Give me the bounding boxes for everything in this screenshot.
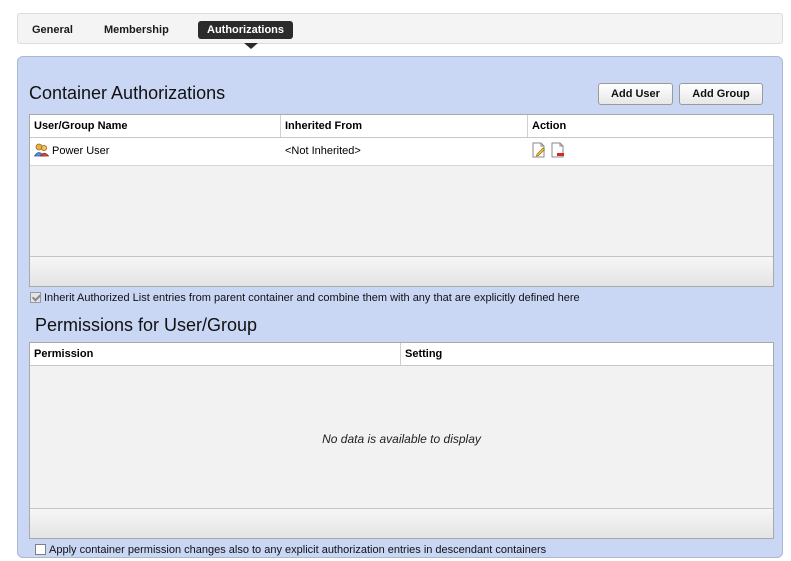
tab-bar: General Membership Authorizations — [17, 13, 783, 44]
add-group-button[interactable]: Add Group — [679, 83, 763, 105]
authorizations-table: User/Group Name Inherited From Action Po… — [29, 114, 774, 287]
apply-checkbox-label: Apply container permission changes also … — [49, 544, 547, 556]
inherit-checkbox-label: Inherit Authorized List entries from par… — [44, 292, 580, 304]
user-group-icon — [33, 141, 50, 168]
permissions-title: Permissions for User/Group — [35, 315, 258, 335]
tab-authorizations[interactable]: Authorizations — [198, 21, 293, 39]
authorizations-panel: Container Authorizations Add User Add Gr… — [17, 56, 783, 558]
delete-icon[interactable] — [551, 142, 565, 169]
inherit-checkbox[interactable] — [30, 292, 41, 303]
table-row[interactable]: Power User <Not Inherited> — [30, 138, 773, 166]
column-header-setting[interactable]: Setting — [401, 343, 773, 365]
permissions-table-header: Permission Setting — [30, 343, 773, 366]
column-header-user-group[interactable]: User/Group Name — [30, 115, 281, 137]
permissions-table: Permission Setting No data is available … — [29, 342, 774, 539]
user-cell: Power User — [33, 138, 279, 168]
add-user-button[interactable]: Add User — [598, 83, 673, 105]
column-header-permission[interactable]: Permission — [30, 343, 401, 365]
permissions-table-footer — [30, 508, 773, 538]
tab-membership[interactable]: Membership — [104, 21, 169, 39]
column-header-action[interactable]: Action — [528, 115, 773, 137]
active-tab-pointer — [244, 43, 258, 49]
container-authorizations-title: Container Authorizations — [29, 83, 226, 103]
user-name: Power User — [52, 145, 110, 157]
column-header-inherited-from[interactable]: Inherited From — [281, 115, 528, 137]
apply-checkbox[interactable] — [35, 544, 46, 555]
authorizations-table-footer — [30, 256, 773, 286]
empty-table-message: No data is available to display — [322, 432, 481, 446]
edit-icon[interactable] — [532, 142, 546, 169]
apply-checkbox-line: Apply container permission changes also … — [35, 543, 546, 557]
tab-general[interactable]: General — [32, 21, 73, 39]
inherited-from-value: <Not Inherited> — [285, 145, 361, 157]
inherit-checkbox-line: Inherit Authorized List entries from par… — [30, 291, 580, 305]
action-cell — [532, 138, 632, 165]
authorizations-table-header: User/Group Name Inherited From Action — [30, 115, 773, 138]
